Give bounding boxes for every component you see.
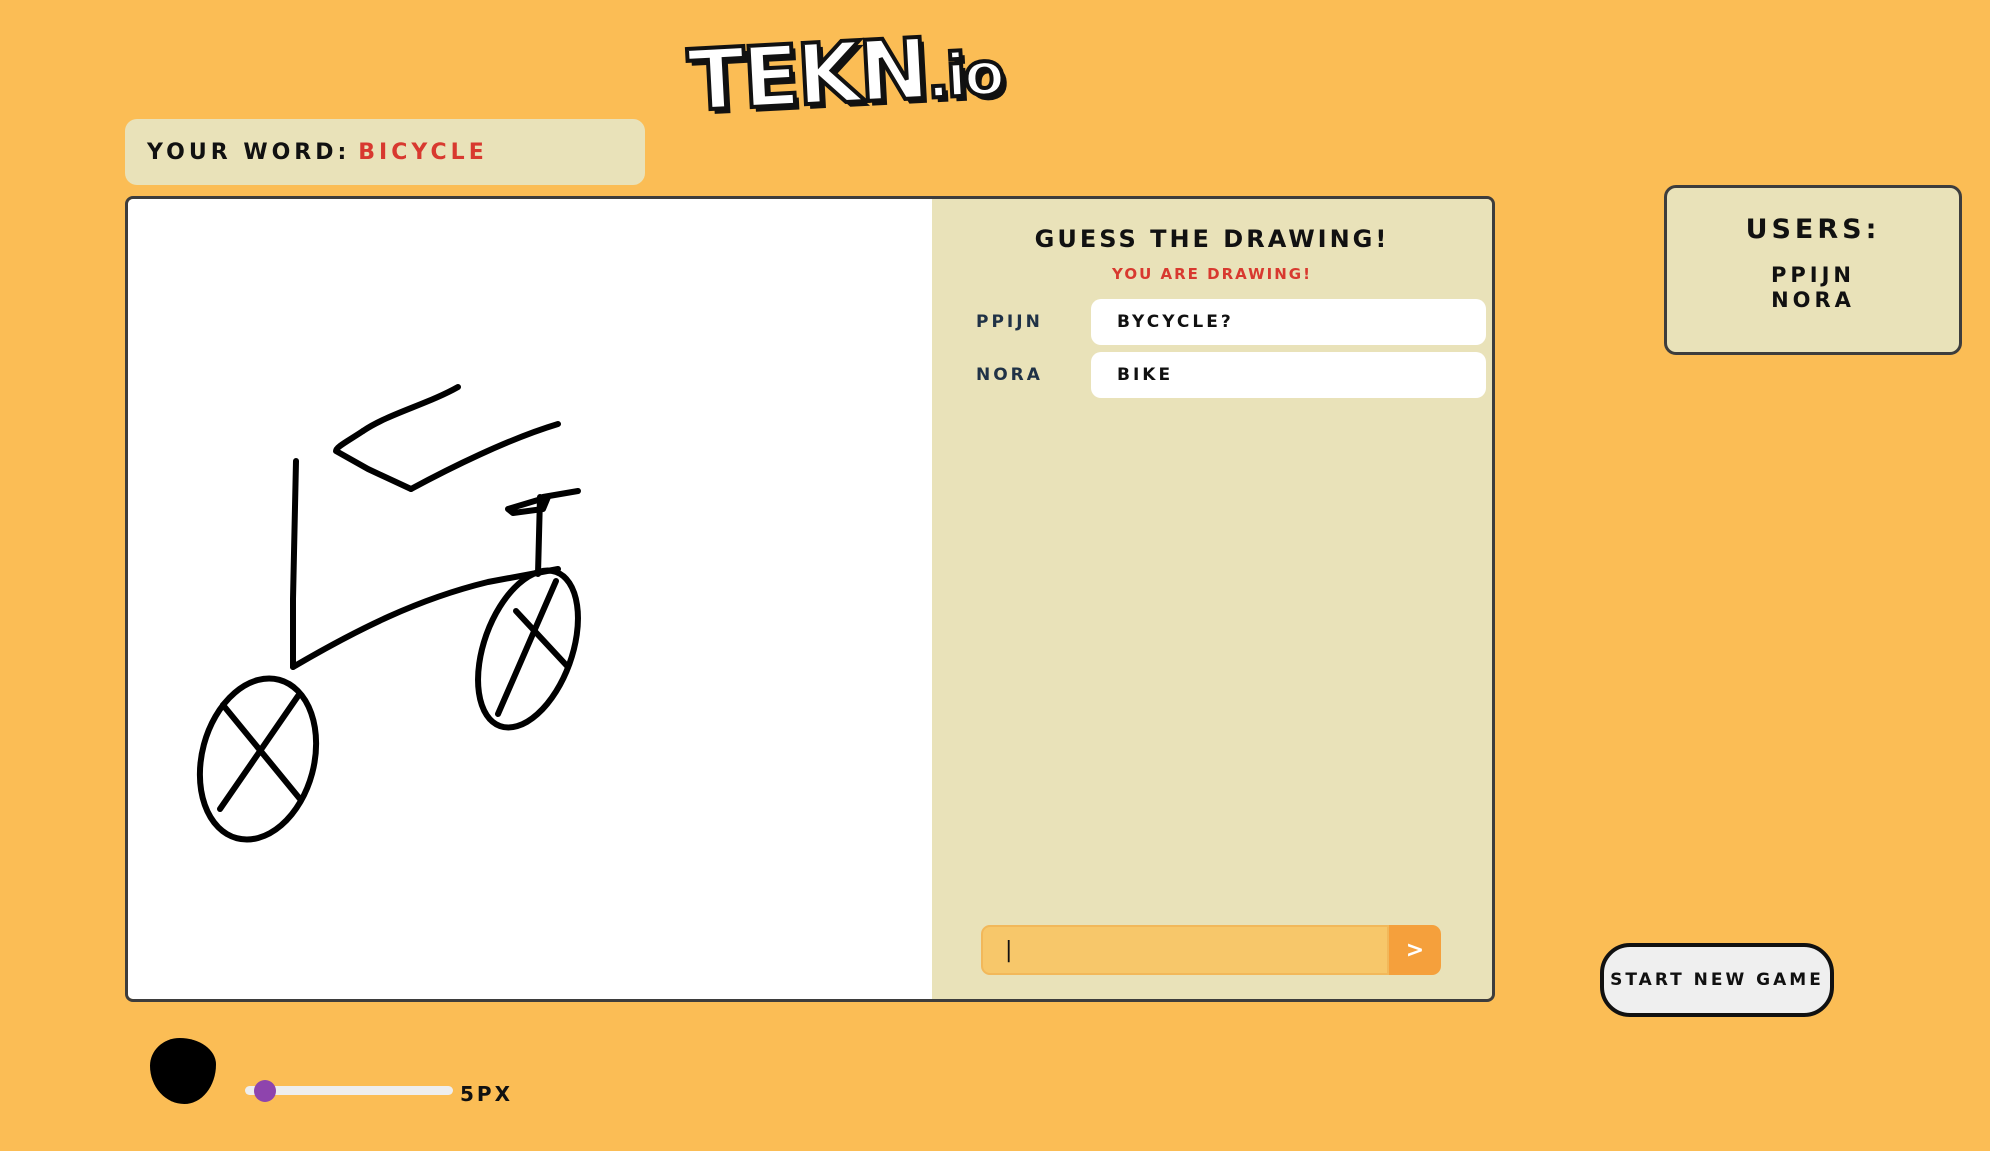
user-item: NORA: [1771, 288, 1855, 312]
chat-message: NORA BIKE: [976, 352, 1486, 398]
your-word-panel: YOUR WORD: BICYCLE: [125, 119, 645, 185]
drawing-strokes: [196, 384, 581, 843]
slider-track: [245, 1086, 453, 1095]
logo-suffix: .io: [923, 37, 1006, 115]
users-title: USERS:: [1745, 214, 1881, 245]
logo-main: TEKN: [684, 18, 931, 132]
brush-size-label: 5PX: [460, 1082, 513, 1106]
stroke-seat-post: [290, 458, 299, 670]
drawing-canvas[interactable]: [128, 199, 932, 999]
slider-thumb[interactable]: [254, 1080, 277, 1102]
users-list: PPIJN NORA: [1667, 263, 1959, 313]
your-word-label: YOUR WORD:: [147, 139, 351, 165]
logo-text: TEKN.io: [684, 16, 1006, 132]
start-new-game-button[interactable]: START NEW GAME: [1600, 943, 1834, 1017]
chat-message-user: NORA: [976, 365, 1043, 385]
user-item: PPIJN: [1771, 263, 1855, 287]
brush-color-picker[interactable]: [150, 1038, 216, 1104]
stroke-frame-top: [408, 421, 561, 492]
stroke-handlebar-top: [360, 384, 461, 434]
chat-message-user: PPIJN: [976, 312, 1043, 332]
chat-message-text: BIKE: [1091, 352, 1486, 398]
guess-input[interactable]: [981, 925, 1389, 975]
brush-size-slider[interactable]: [245, 1080, 453, 1102]
users-panel: USERS: PPIJN NORA: [1664, 185, 1962, 355]
chat-panel: GUESS THE DRAWING! YOU ARE DRAWING! PPIJ…: [932, 199, 1492, 999]
game-area: GUESS THE DRAWING! YOU ARE DRAWING! PPIJ…: [125, 196, 1495, 1002]
drawing-status: YOU ARE DRAWING!: [1112, 265, 1312, 283]
chat-title: GUESS THE DRAWING!: [1034, 225, 1390, 253]
chat-message: PPIJN BYCYCLE?: [976, 299, 1486, 345]
chat-message-text: BYCYCLE?: [1091, 299, 1486, 345]
chat-input-group: >: [981, 925, 1441, 975]
your-word-value: BICYCLE: [358, 139, 488, 165]
app-logo: TEKN.io: [680, 16, 1010, 132]
stroke-seat-tip: [540, 488, 581, 500]
stroke-frame-left: [333, 428, 414, 492]
send-button[interactable]: >: [1389, 925, 1441, 975]
